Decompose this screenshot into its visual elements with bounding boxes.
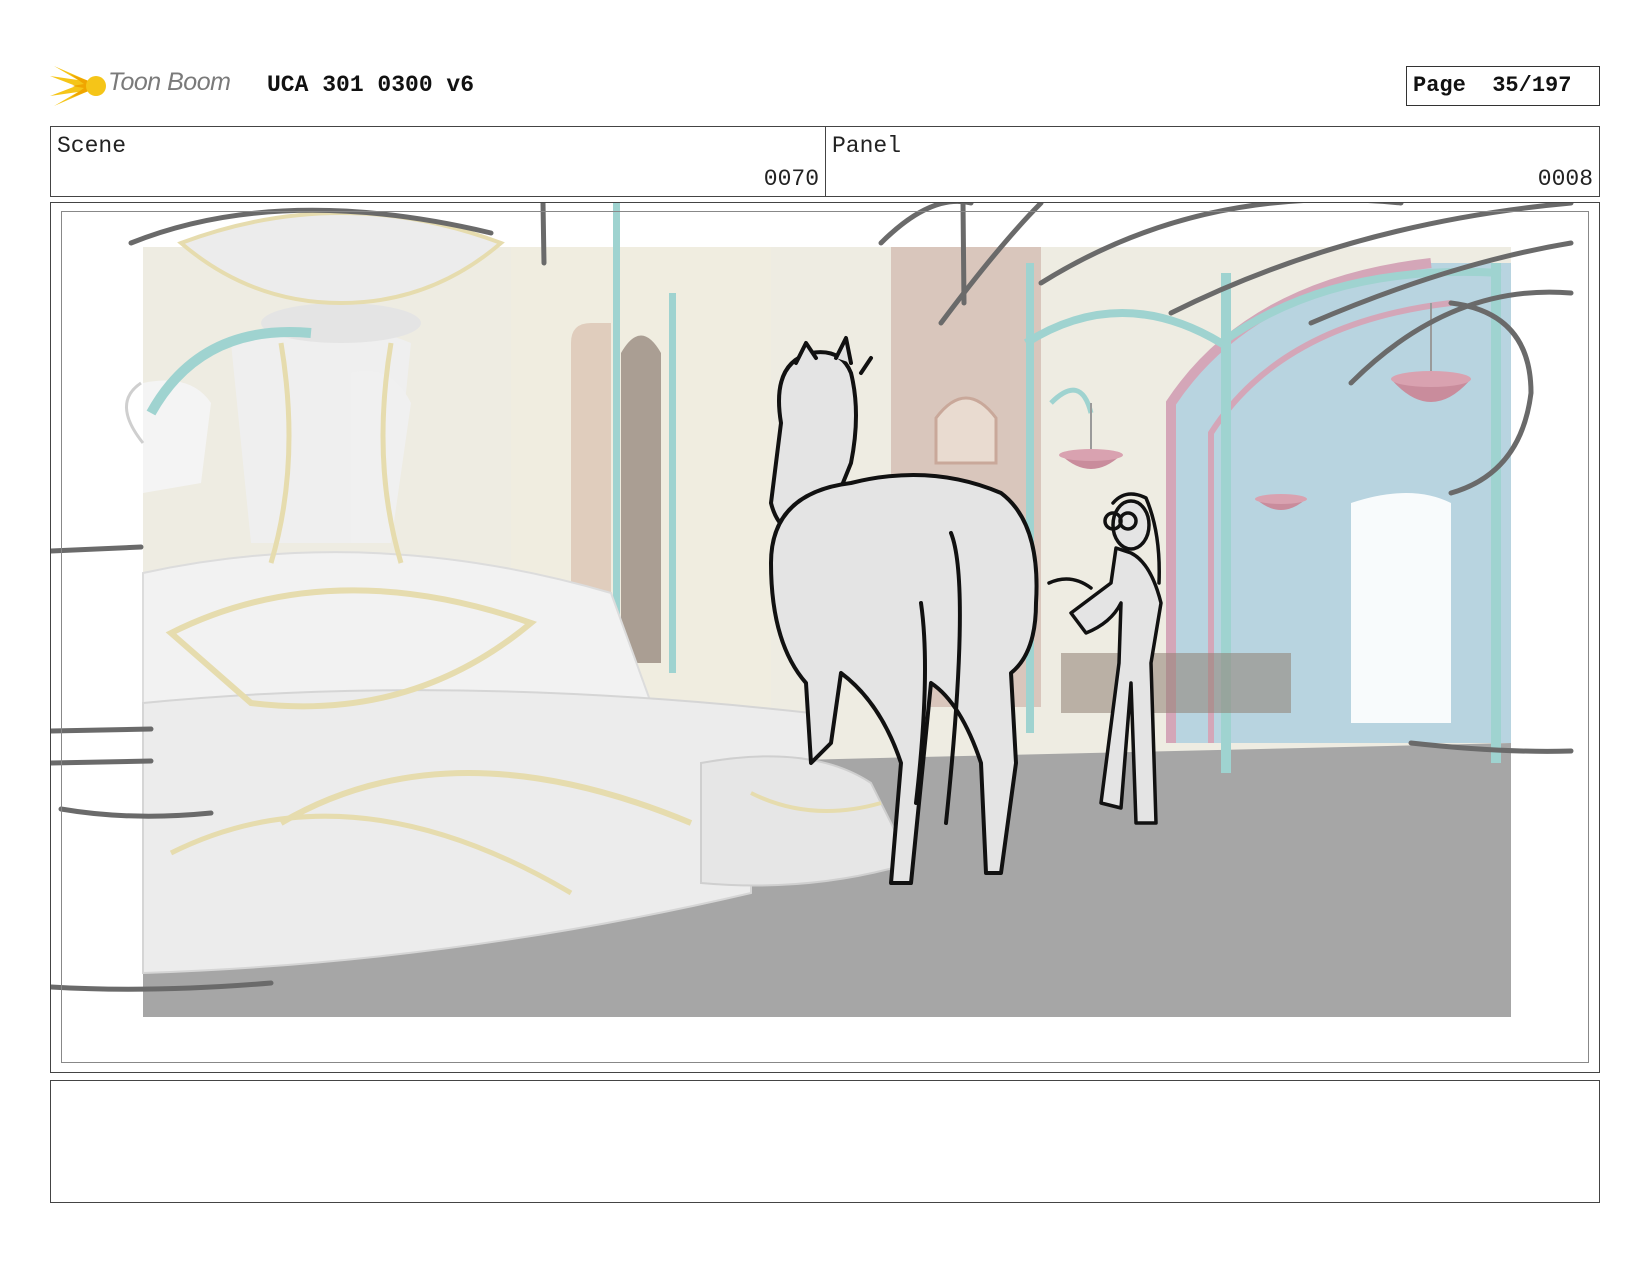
starburst-icon [50,66,106,106]
panel-cell: Panel 0008 [826,127,1599,196]
page-label: Page [1413,73,1466,98]
document-title: UCA 301 0300 v6 [267,72,475,98]
scene-number: 0070 [763,166,819,192]
storyboard-frame [50,202,1600,1073]
panel-number: 0008 [1537,166,1593,192]
page-header: Toon Boom UCA 301 0300 v6 Page 35/197 [50,58,1600,110]
scene-panel-row: Scene 0070 Panel 0008 [50,126,1600,197]
safe-area-border [61,211,1589,1063]
page-indicator: Page 35/197 [1406,66,1600,106]
panel-label: Panel [832,133,902,159]
scene-cell: Scene 0070 [51,127,826,196]
scene-label: Scene [57,133,127,159]
logo-text: Toon Boom [108,68,231,96]
page-number: 35/197 [1492,73,1572,98]
panel-notes-box [50,1080,1600,1203]
toon-boom-logo: Toon Boom [50,60,250,110]
